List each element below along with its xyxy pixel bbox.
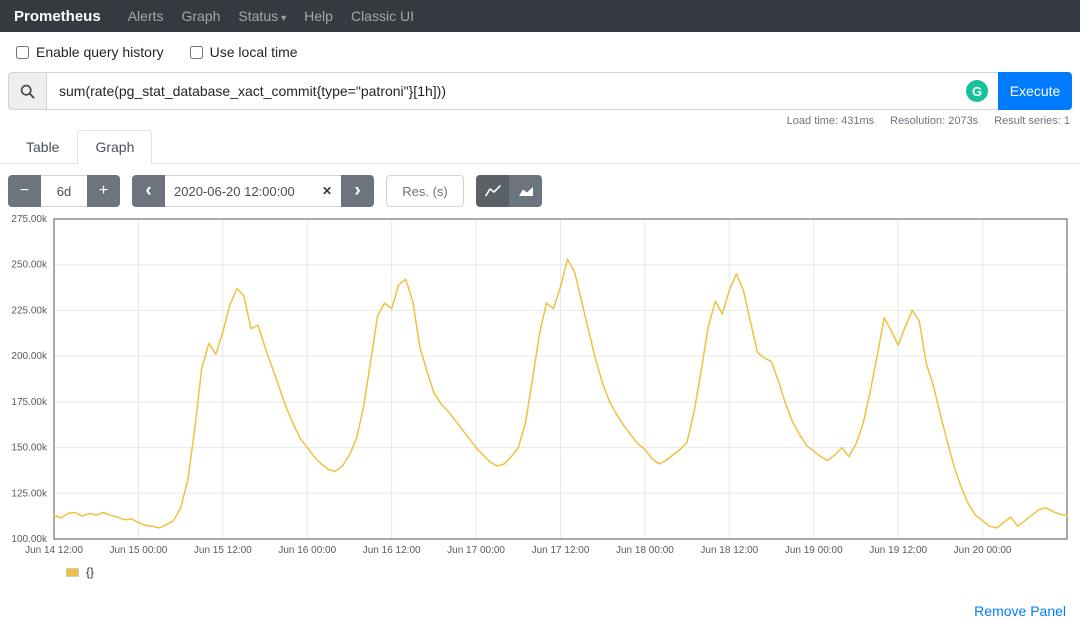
local-time-label: Use local time	[209, 44, 298, 60]
tab-table[interactable]: Table	[8, 130, 77, 164]
navbar: Prometheus Alerts Graph Status ▾ Help Cla…	[0, 0, 1080, 32]
grammarly-icon[interactable]: G	[966, 80, 988, 102]
svg-text:Jun 17 00:00: Jun 17 00:00	[447, 545, 505, 556]
svg-text:200.00k: 200.00k	[11, 351, 48, 362]
svg-text:Jun 20 00:00: Jun 20 00:00	[954, 545, 1012, 556]
query-input-wrap: G	[46, 72, 998, 110]
caret-down-icon: ▾	[281, 13, 287, 24]
svg-text:275.00k: 275.00k	[11, 214, 48, 225]
query-history-option[interactable]: Enable query history	[16, 44, 164, 60]
line-chart-icon	[484, 185, 501, 197]
local-time-option[interactable]: Use local time	[189, 44, 298, 60]
svg-text:Jun 14 12:00: Jun 14 12:00	[25, 545, 83, 556]
local-time-checkbox[interactable]	[189, 45, 203, 59]
app-brand[interactable]: Prometheus	[14, 8, 101, 25]
chart-svg[interactable]: 100.00k 125.00k 150.00k 175.00k 200.00k 225.0…	[8, 214, 1072, 556]
nav-item-status-label: Status	[238, 8, 279, 24]
tab-graph[interactable]: Graph	[77, 130, 153, 164]
svg-text:Jun 18 00:00: Jun 18 00:00	[616, 545, 674, 556]
svg-text:Jun 15 12:00: Jun 15 12:00	[194, 545, 252, 556]
svg-text:225.00k: 225.00k	[11, 305, 48, 316]
panel-tabs: Table Graph	[0, 130, 1080, 164]
resolution-input[interactable]	[386, 175, 464, 207]
datetime-value[interactable]: 2020-06-20 12:00:00	[174, 184, 314, 199]
datetime-control: ‹ 2020-06-20 12:00:00 ✕ ›	[132, 175, 374, 207]
execute-button[interactable]: Execute	[998, 72, 1072, 110]
clear-datetime-icon[interactable]: ✕	[322, 184, 332, 198]
chevron-left-icon: ‹	[145, 179, 152, 201]
minus-icon: −	[19, 182, 30, 199]
svg-text:175.00k: 175.00k	[11, 397, 48, 408]
nav-item-classic-ui[interactable]: Classic UI	[342, 8, 423, 24]
range-decrease-button[interactable]: −	[8, 175, 41, 207]
nav-item-status[interactable]: Status ▾	[229, 8, 295, 24]
result-series-stat: Result series: 1	[994, 115, 1070, 127]
chart-type-toggle	[476, 175, 542, 207]
stacked-chart-toggle-button[interactable]	[509, 175, 542, 207]
svg-text:100.00k: 100.00k	[11, 534, 48, 545]
svg-text:Jun 16 00:00: Jun 16 00:00	[278, 545, 336, 556]
time-back-button[interactable]: ‹	[132, 175, 165, 207]
query-history-label: Enable query history	[36, 44, 164, 60]
range-control: − +	[8, 175, 120, 207]
search-icon	[20, 84, 35, 99]
svg-text:Jun 19 00:00: Jun 19 00:00	[785, 545, 843, 556]
stacked-chart-icon	[518, 187, 533, 196]
datetime-picker[interactable]: 2020-06-20 12:00:00 ✕	[165, 175, 341, 207]
svg-text:150.00k: 150.00k	[11, 443, 48, 454]
graph-controls: − + ‹ 2020-06-20 12:00:00 ✕ ›	[0, 164, 1080, 212]
time-forward-button[interactable]: ›	[341, 175, 374, 207]
range-input[interactable]	[41, 175, 87, 207]
line-chart-toggle-button[interactable]	[476, 175, 509, 207]
query-history-checkbox[interactable]	[16, 45, 29, 59]
nav-item-alerts[interactable]: Alerts	[119, 8, 173, 24]
nav-item-graph[interactable]: Graph	[173, 8, 230, 24]
options-row: Enable query history Use local time	[0, 32, 1080, 70]
legend-swatch	[66, 567, 79, 577]
query-stats: Load time: 431ms Resolution: 2073s Resul…	[0, 110, 1080, 127]
query-bar: G Execute	[8, 72, 1072, 110]
svg-text:Jun 18 12:00: Jun 18 12:00	[700, 545, 758, 556]
remove-panel-link[interactable]: Remove Panel	[974, 603, 1066, 619]
resolution-stat: Resolution: 2073s	[890, 115, 979, 127]
svg-text:250.00k: 250.00k	[11, 260, 48, 271]
load-time-stat: Load time: 431ms	[786, 115, 875, 127]
chevron-right-icon: ›	[354, 179, 361, 201]
range-increase-button[interactable]: +	[87, 175, 120, 207]
search-addon	[8, 72, 46, 110]
chart-panel: 100.00k 125.00k 150.00k 175.00k 200.00k 225.0…	[8, 214, 1072, 579]
svg-text:Jun 19 12:00: Jun 19 12:00	[869, 545, 927, 556]
chart-legend[interactable]: {}	[66, 565, 1072, 579]
panel-footer: Remove Panel	[0, 579, 1080, 619]
svg-text:125.00k: 125.00k	[11, 488, 48, 499]
legend-series-label: {}	[86, 565, 95, 579]
query-expression-input[interactable]	[46, 72, 998, 110]
nav-item-help[interactable]: Help	[295, 8, 342, 24]
svg-text:Jun 17 12:00: Jun 17 12:00	[532, 545, 590, 556]
svg-text:Jun 15 00:00: Jun 15 00:00	[110, 545, 168, 556]
plus-icon: +	[98, 182, 109, 199]
svg-text:Jun 16 12:00: Jun 16 12:00	[363, 545, 421, 556]
